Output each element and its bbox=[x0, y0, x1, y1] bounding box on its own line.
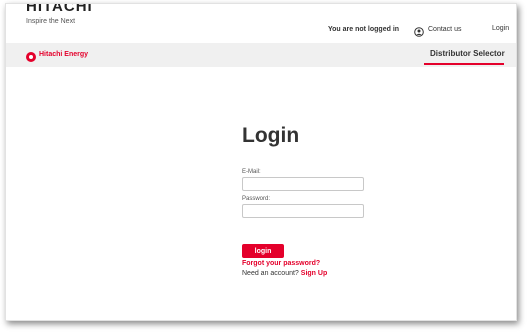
header-login-link[interactable]: Login bbox=[492, 25, 509, 32]
brand-tagline: Inspire the Next bbox=[26, 18, 76, 25]
forgot-password-link[interactable]: Forgot your password? bbox=[242, 260, 320, 267]
password-field[interactable] bbox=[242, 204, 364, 218]
nav-bar: Hitachi Energy Distributor Selector bbox=[6, 43, 516, 67]
hitachi-energy-logo-icon bbox=[26, 49, 36, 62]
active-tab-indicator bbox=[424, 63, 504, 65]
hitachi-energy-logo[interactable]: Hitachi Energy bbox=[26, 49, 89, 62]
email-label: E-Mail: bbox=[242, 169, 261, 175]
sign-up-link[interactable]: Sign Up bbox=[301, 270, 327, 277]
contact-us-link[interactable]: Contact us bbox=[414, 23, 462, 37]
signup-row: Need an account? Sign Up bbox=[242, 270, 327, 277]
hitachi-energy-logo-text: Hitachi Energy bbox=[39, 50, 89, 58]
page-title: Login bbox=[242, 124, 300, 147]
password-label: Password: bbox=[242, 196, 271, 202]
user-icon bbox=[414, 24, 424, 37]
signup-prompt: Need an account? bbox=[242, 270, 299, 277]
login-button[interactable]: login bbox=[242, 244, 284, 258]
contact-us-label: Contact us bbox=[428, 25, 462, 33]
brand-name: HITACHI bbox=[26, 4, 93, 15]
login-status-text: You are not logged in bbox=[328, 26, 400, 33]
top-header: HITACHI Inspire the Next You are not log… bbox=[6, 4, 516, 42]
email-field[interactable] bbox=[242, 177, 364, 191]
browser-page: HITACHI Inspire the Next You are not log… bbox=[5, 3, 517, 321]
tab-distributor-selector[interactable]: Distributor Selector bbox=[430, 49, 505, 58]
hitachi-logo[interactable]: HITACHI Inspire the Next bbox=[26, 4, 106, 34]
